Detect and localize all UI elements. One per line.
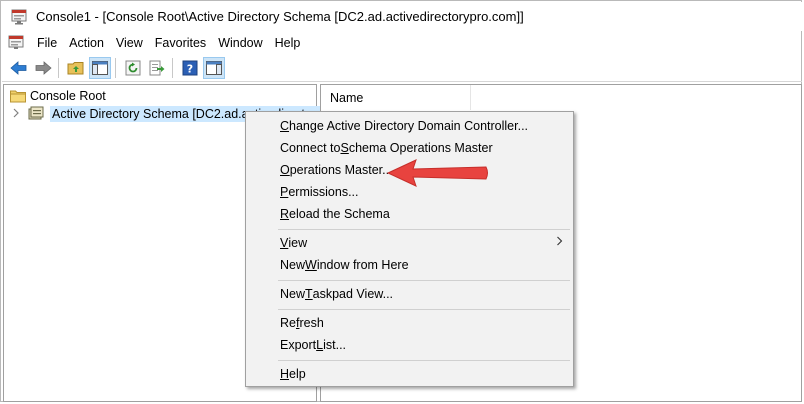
menu-view[interactable]: View — [110, 34, 149, 52]
menu-help[interactable]: Help — [269, 34, 307, 52]
window-title: Console1 - [Console Root\Active Director… — [36, 9, 524, 24]
expand-chevron-icon[interactable] — [12, 108, 24, 121]
show-hide-tree-icon[interactable] — [89, 56, 111, 79]
system-menu-icon[interactable] — [8, 35, 26, 51]
up-folder-icon[interactable] — [65, 57, 87, 79]
menu-item-connect-schema-master[interactable]: Connect to Schema Operations Master — [246, 137, 573, 159]
toolbar-separator — [172, 57, 173, 78]
menu-item-view[interactable]: View — [246, 232, 573, 254]
tree-node-console-root[interactable]: Console Root — [10, 87, 106, 105]
menu-file[interactable]: File — [31, 34, 63, 52]
annotation-arrow-icon — [386, 158, 490, 191]
export-list-icon[interactable] — [146, 57, 168, 79]
column-header-name[interactable]: Name — [321, 85, 471, 110]
menu-window[interactable]: Window — [212, 34, 268, 52]
menu-item-help[interactable]: Help — [246, 363, 573, 385]
folder-icon — [10, 89, 26, 103]
menu-item-new-taskpad-view[interactable]: New Taskpad View... — [246, 283, 573, 305]
menu-separator — [278, 229, 570, 230]
show-hide-action-pane-icon[interactable] — [203, 56, 225, 79]
menu-separator — [278, 280, 570, 281]
menu-item-refresh[interactable]: Re f resh — [246, 312, 573, 334]
tree-node-label: Console Root — [30, 89, 106, 103]
column-header-label: Name — [330, 90, 364, 105]
mmc-console-icon — [11, 9, 29, 25]
menu-separator — [278, 309, 570, 310]
schema-snapin-icon — [28, 106, 46, 122]
context-menu: Change Active Directory Domain Controlle… — [245, 111, 574, 387]
back-arrow-icon[interactable] — [8, 57, 30, 79]
menu-item-export-list[interactable]: Export List... — [246, 334, 573, 356]
menu-item-new-window[interactable]: New Window from Here — [246, 254, 573, 276]
menu-separator — [278, 360, 570, 361]
menu-favorites[interactable]: Favorites — [149, 34, 212, 52]
refresh-icon[interactable] — [122, 57, 144, 79]
help-icon[interactable]: ? — [179, 57, 201, 79]
title-bar: Console1 - [Console Root\Active Director… — [2, 2, 802, 31]
menu-action[interactable]: Action — [63, 34, 110, 52]
menu-bar: File Action View Favorites Window Help — [2, 32, 802, 54]
toolbar-separator — [58, 57, 59, 78]
forward-arrow-icon[interactable] — [32, 57, 54, 79]
menu-item-reload-schema[interactable]: Reload the Schema — [246, 203, 573, 225]
toolbar: ? — [2, 54, 802, 82]
svg-text:?: ? — [187, 62, 193, 75]
menu-item-change-domain-controller[interactable]: Change Active Directory Domain Controlle… — [246, 115, 573, 137]
submenu-arrow-icon — [556, 236, 563, 249]
toolbar-separator — [115, 57, 116, 78]
